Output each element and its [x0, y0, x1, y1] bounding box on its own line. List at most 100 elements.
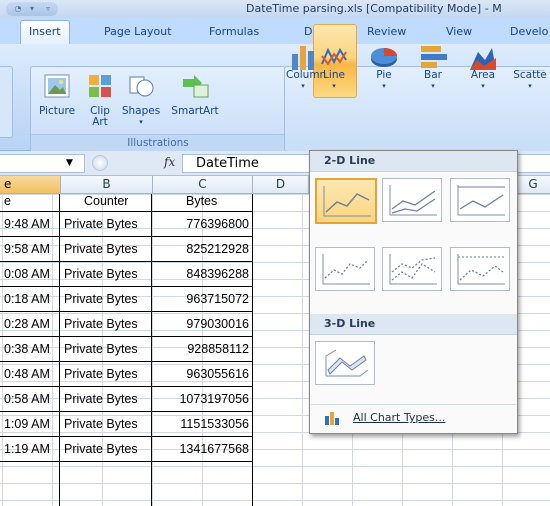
ribbon-tabs: Insert Page Layout Formulas Data Review …	[0, 18, 550, 45]
time-cell[interactable]: 9:48 AM	[4, 213, 50, 235]
row-divider	[0, 286, 252, 287]
line-chart-button[interactable]: Line ▾	[313, 47, 355, 92]
bytes-cell[interactable]: 979030016	[153, 313, 249, 335]
bytes-cell[interactable]: 825212928	[153, 238, 249, 260]
row-divider	[0, 236, 252, 237]
row-divider	[0, 461, 252, 462]
insert-function-icon[interactable]: fx	[164, 155, 175, 169]
picture-button[interactable]: Picture	[33, 71, 81, 117]
tab-insert[interactable]: Insert	[20, 20, 70, 45]
percent-stacked-line-icon	[457, 185, 505, 216]
column-header-d[interactable]: D	[253, 176, 309, 194]
line-markers-icon	[322, 254, 370, 285]
counter-cell[interactable]: Private Bytes	[64, 313, 138, 335]
undo-icon[interactable]: ◔	[12, 3, 24, 15]
tab-page-layout[interactable]: Page Layout	[104, 25, 172, 38]
counter-cell[interactable]: Private Bytes	[64, 338, 138, 360]
bytes-cell[interactable]: 1151533056	[153, 413, 249, 435]
counter-cell[interactable]: Private Bytes	[64, 213, 138, 235]
counter-cell[interactable]: Private Bytes	[64, 413, 138, 435]
all-chart-types-label: All Chart Types...	[353, 411, 446, 424]
stacked-line-markers-option[interactable]	[382, 247, 442, 291]
row-divider	[0, 311, 252, 312]
bytes-cell[interactable]: 963715072	[153, 288, 249, 310]
area-dropdown-icon: ▾	[481, 82, 485, 90]
time-cell[interactable]: 0:48 AM	[4, 363, 50, 385]
counter-cell[interactable]: Private Bytes	[64, 363, 138, 385]
illustrations-group: Picture Clip Art Shapes ▾ SmartArt Illus…	[30, 66, 286, 152]
counter-cell[interactable]: Private Bytes	[64, 263, 138, 285]
tables-group	[0, 66, 13, 138]
bytes-cell[interactable]: 928858112	[153, 338, 249, 360]
customize-qat-icon[interactable]: ▿	[42, 3, 54, 15]
line-with-markers-option[interactable]	[315, 247, 375, 291]
header-cell-counter[interactable]: Counter	[84, 190, 128, 212]
line-chart-option[interactable]	[315, 178, 377, 224]
tab-formulas[interactable]: Formulas	[209, 25, 259, 38]
time-cell[interactable]: 0:18 AM	[4, 288, 50, 310]
tab-developer[interactable]: Develo	[510, 25, 548, 38]
header-cell-time[interactable]: e	[4, 190, 11, 212]
header-cell-bytes[interactable]: Bytes	[186, 190, 217, 212]
bytes-cell[interactable]: 1341677568	[153, 438, 249, 460]
counter-cell[interactable]: Private Bytes	[64, 388, 138, 410]
row-divider	[0, 361, 252, 362]
window-title: DateTime parsing.xls [Compatibility Mode…	[246, 2, 502, 15]
col-border-c	[252, 194, 253, 506]
line-chart-icon	[319, 42, 349, 72]
bytes-cell[interactable]: 1073197056	[153, 388, 249, 410]
line-dropdown-icon: ▾	[332, 82, 336, 90]
bytes-cell[interactable]: 776396800	[153, 213, 249, 235]
col-border-b	[151, 194, 152, 506]
line-chart-dropdown: 2-D Line 3-D Line All Chart Types...	[309, 150, 518, 434]
time-cell[interactable]: 0:58 AM	[4, 388, 50, 410]
time-cell[interactable]: 9:58 AM	[4, 238, 50, 260]
name-box[interactable]: ▼	[0, 154, 85, 173]
pie-chart-button[interactable]: Pie ▾	[369, 48, 399, 92]
smartart-button[interactable]: SmartArt	[166, 71, 224, 117]
bytes-cell[interactable]: 963055616	[153, 363, 249, 385]
counter-cell[interactable]: Private Bytes	[64, 238, 138, 260]
formula-bar-resize-icon[interactable]	[92, 155, 108, 171]
column-chart-icon	[288, 42, 318, 72]
time-cell[interactable]: 1:19 AM	[4, 438, 50, 460]
row-divider	[0, 386, 252, 387]
time-cell[interactable]: 0:28 AM	[4, 313, 50, 335]
all-chart-types-icon	[325, 412, 339, 425]
scatter-chart-button[interactable]: Scatte ▾	[510, 70, 550, 92]
time-cell[interactable]: 0:08 AM	[4, 263, 50, 285]
3d-line-option[interactable]	[315, 341, 375, 385]
time-cell[interactable]: 0:38 AM	[4, 338, 50, 360]
counter-cell[interactable]: Private Bytes	[64, 288, 138, 310]
area-chart-button[interactable]: Area ▾	[466, 48, 500, 92]
picture-icon	[42, 71, 72, 101]
stacked-line-option[interactable]	[382, 178, 442, 222]
smartart-icon	[180, 71, 210, 101]
tab-review[interactable]: Review	[367, 25, 406, 38]
shapes-button[interactable]: Shapes ▾	[119, 71, 163, 128]
quick-access-toolbar[interactable]: ◔ ▾ ▿	[6, 2, 58, 16]
scatter-chart-icon	[516, 70, 546, 72]
column-header-g[interactable]: G	[516, 176, 550, 194]
bytes-cell[interactable]: 848396288	[153, 263, 249, 285]
clip-art-icon	[85, 71, 115, 101]
row-divider	[0, 336, 252, 337]
col-border-a	[59, 194, 60, 506]
bar-chart-button[interactable]: Bar ▾	[418, 46, 448, 92]
name-box-dropdown-icon[interactable]: ▼	[66, 155, 73, 172]
all-chart-types-item[interactable]: All Chart Types...	[311, 404, 516, 431]
pie-chart-icon	[369, 42, 399, 72]
shapes-icon	[126, 71, 156, 101]
counter-cell[interactable]: Private Bytes	[64, 438, 138, 460]
100-stacked-line-markers-option[interactable]	[450, 247, 510, 291]
100-stacked-line-option[interactable]	[450, 178, 510, 222]
row-divider	[0, 436, 252, 437]
clip-art-button[interactable]: Clip Art	[84, 71, 116, 128]
tab-view[interactable]: View	[446, 25, 472, 38]
time-cell[interactable]: 1:09 AM	[4, 413, 50, 435]
row-divider	[0, 261, 252, 262]
bar-dropdown-icon: ▾	[431, 82, 435, 90]
area-chart-icon	[468, 42, 498, 72]
percent-stacked-line-markers-icon	[457, 254, 505, 285]
qat-dropdown-icon[interactable]: ▾	[26, 3, 38, 15]
